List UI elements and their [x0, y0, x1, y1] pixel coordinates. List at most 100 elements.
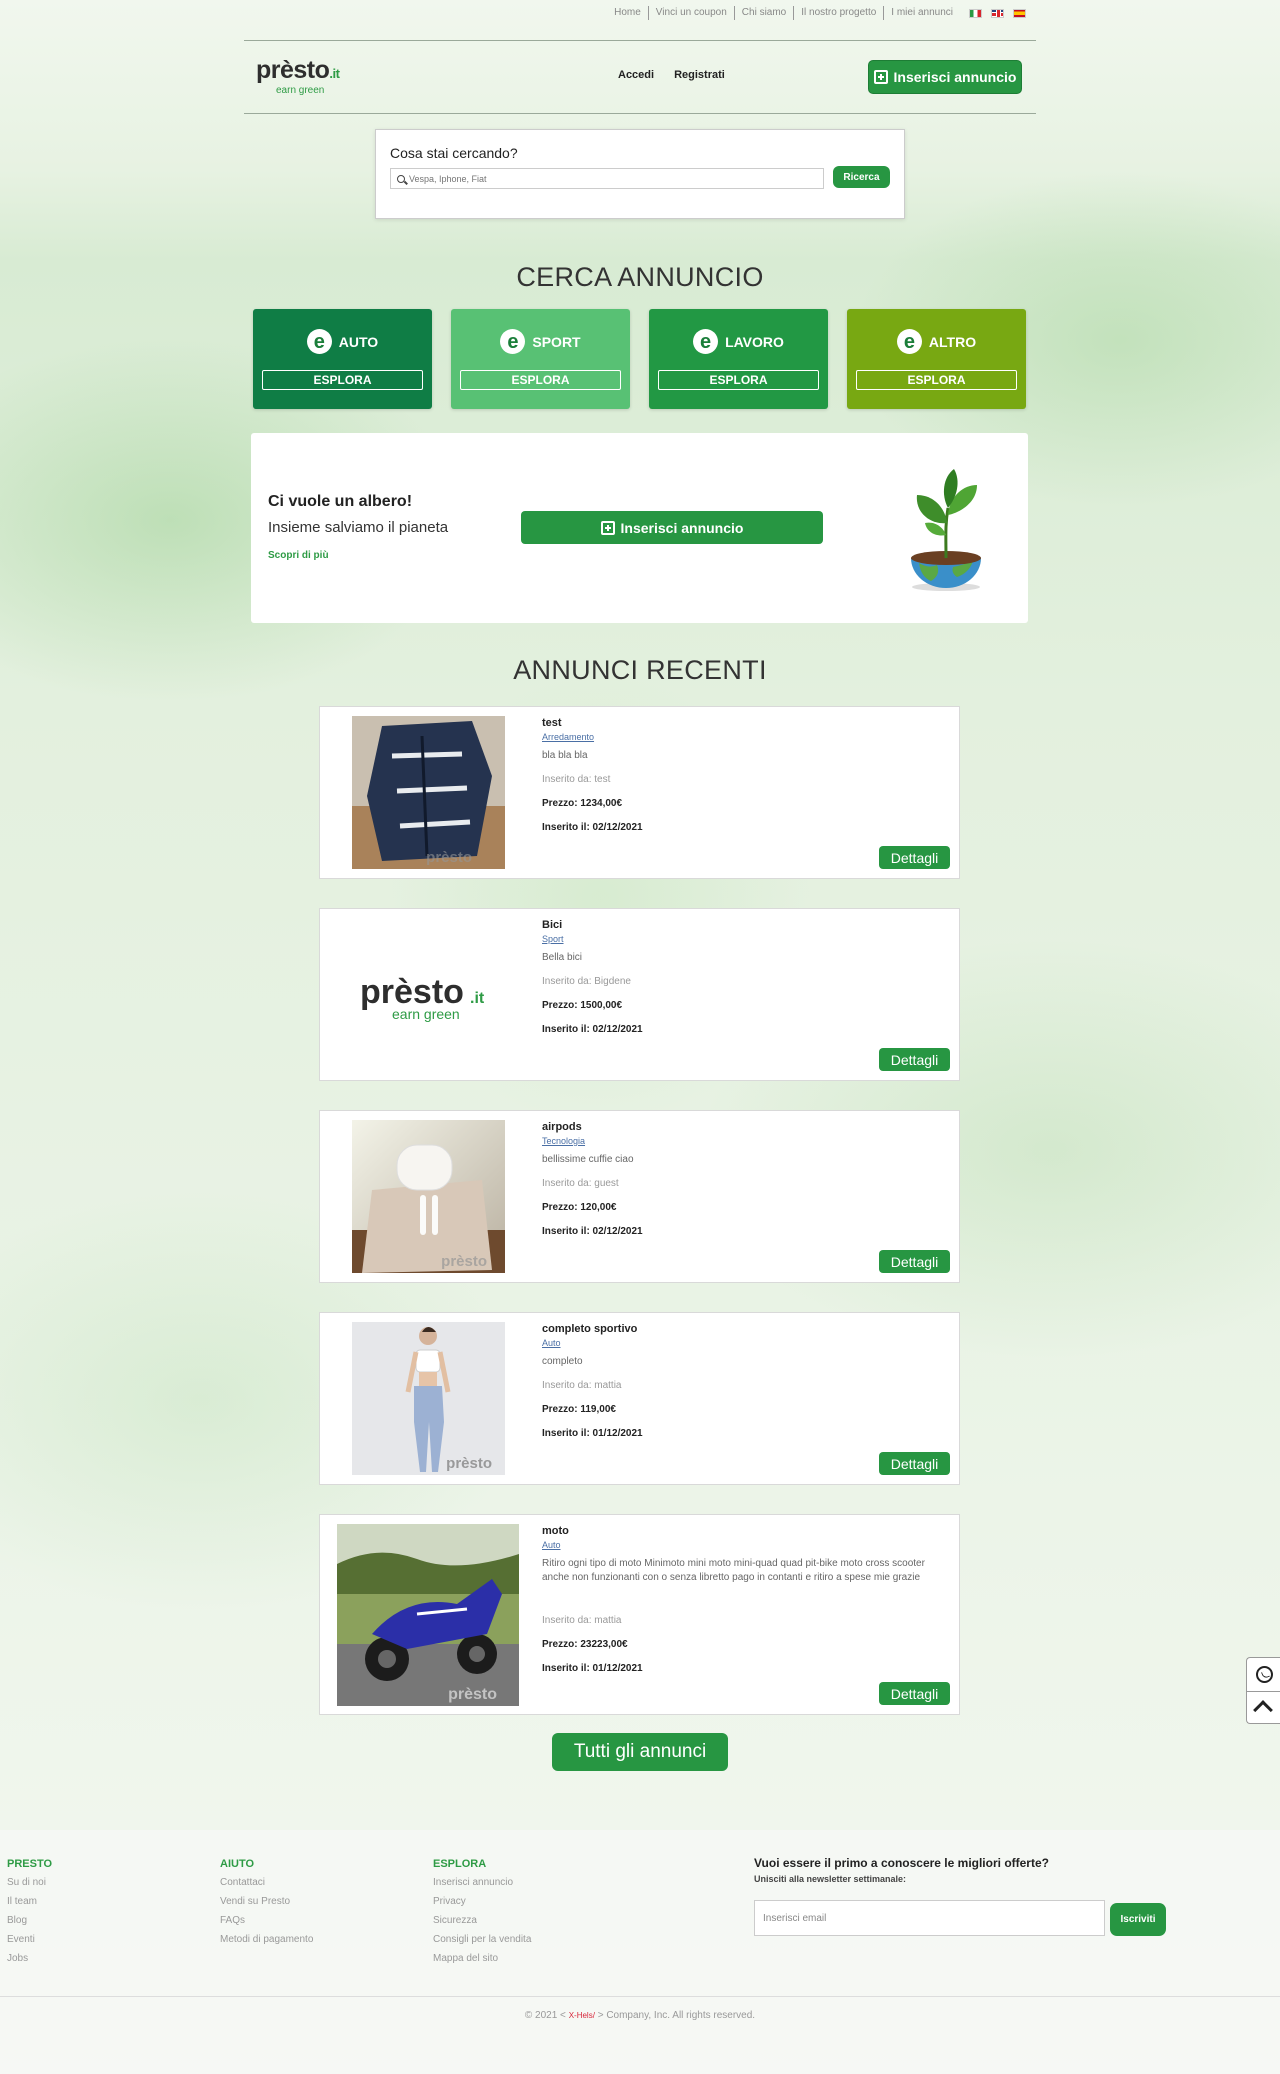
footer-heading: AIUTO [220, 1858, 255, 1870]
ad-title[interactable]: test [542, 717, 562, 729]
ad-date: Inserito il: 01/12/2021 [542, 1428, 643, 1439]
ad-category-link[interactable]: Arredamento [542, 732, 594, 742]
explore-button-auto[interactable]: ESPLORA [262, 370, 423, 390]
flag-gb-icon[interactable] [991, 8, 1004, 18]
nav-my-ads-link[interactable]: I miei annunci [884, 6, 960, 20]
ad-category-link[interactable]: Auto [542, 1338, 561, 1348]
footer-link[interactable]: Privacy [433, 1892, 531, 1911]
banner-insert-ad-button[interactable]: Inserisci annuncio [521, 511, 823, 544]
motorbike-photo: prèsto [337, 1524, 519, 1706]
copyright: © 2021 < X-Hels/ > Company, Inc. All rig… [0, 2010, 1280, 2021]
footer-link[interactable]: Mappa del sito [433, 1949, 531, 1968]
ad-title[interactable]: moto [542, 1525, 569, 1537]
ad-date: Inserito il: 02/12/2021 [542, 1226, 643, 1237]
ad-card[interactable]: prèsto .it earn green Bici Sport Bella b… [319, 908, 960, 1081]
ad-image-logo[interactable]: prèsto .it earn green [352, 918, 505, 1071]
explore-button-sport[interactable]: ESPLORA [460, 370, 621, 390]
flag-es-icon[interactable] [1013, 8, 1026, 18]
ad-category-link[interactable]: Auto [542, 1540, 561, 1550]
nav-project-link[interactable]: Il nostro progetto [794, 6, 885, 20]
search-title: Cosa stai cercando? [390, 145, 518, 161]
svg-text:earn green: earn green [392, 1006, 460, 1022]
category-label: ALTRO [928, 333, 977, 350]
ad-title[interactable]: Bici [542, 919, 562, 931]
register-link[interactable]: Registrati [674, 69, 725, 81]
category-card-sport[interactable]: e SPORT ESPLORA [451, 309, 630, 409]
back-to-top-icon[interactable] [1253, 1700, 1273, 1720]
ad-details-button[interactable]: Dettagli [879, 1682, 950, 1705]
ad-details-button[interactable]: Dettagli [879, 1250, 950, 1273]
newsletter-email-input[interactable]: Inserisci email [754, 1900, 1105, 1936]
footer-link[interactable]: Blog [7, 1911, 52, 1930]
footer-link[interactable]: Contattaci [220, 1873, 313, 1892]
svg-text:prèsto: prèsto [446, 1455, 492, 1472]
category-card-auto[interactable]: e AUTO ESPLORA [253, 309, 432, 409]
ad-category-link[interactable]: Sport [542, 934, 564, 944]
footer-link[interactable]: FAQs [220, 1911, 313, 1930]
footer: PRESTO Su di noi Il team Blog Eventi Job… [0, 1830, 1280, 2074]
insert-ad-button[interactable]: Inserisci annuncio [868, 60, 1022, 94]
presto-e-icon: e [306, 329, 332, 354]
category-card-altro[interactable]: e ALTRO ESPLORA [847, 309, 1026, 409]
plus-square-icon [600, 520, 615, 535]
category-label: SPORT [532, 333, 581, 350]
ad-price: Prezzo: 1234,00€ [542, 798, 623, 809]
side-widgets [1246, 1657, 1280, 1724]
footer-link[interactable]: Vendi su Presto [220, 1892, 313, 1911]
footer-link[interactable]: Inserisci annuncio [433, 1873, 531, 1892]
search-button[interactable]: Ricerca [833, 166, 890, 188]
ad-price: Prezzo: 1500,00€ [542, 1000, 623, 1011]
ad-image-motorbike[interactable]: prèsto [337, 1524, 519, 1706]
footer-link[interactable]: Su di noi [7, 1873, 52, 1892]
nav-coupon-link[interactable]: Vinci un coupon [649, 6, 735, 20]
category-card-lavoro[interactable]: e LAVORO ESPLORA [649, 309, 828, 409]
login-link[interactable]: Accedi [618, 69, 654, 81]
footer-link[interactable]: Consigli per la vendita [433, 1930, 531, 1949]
all-ads-button[interactable]: Tutti gli annunci [552, 1733, 728, 1771]
ad-author: Inserito da: Bigdene [542, 976, 631, 987]
ad-description: Ritiro ogni tipo di moto Minimoto mini m… [542, 1558, 925, 1583]
footer-heading: ESPLORA [433, 1858, 487, 1870]
ad-title[interactable]: airpods [542, 1121, 582, 1133]
ad-author: Inserito da: mattia [542, 1380, 622, 1391]
ad-details-button[interactable]: Dettagli [879, 1452, 950, 1475]
footer-link[interactable]: Il team [7, 1892, 52, 1911]
ad-card[interactable]: prèsto completo sportivo Auto completo I… [319, 1312, 960, 1485]
search-input[interactable] [409, 173, 809, 184]
explore-button-altro[interactable]: ESPLORA [856, 370, 1017, 390]
ad-price: Prezzo: 119,00€ [542, 1404, 616, 1415]
newsletter-heading: Vuoi essere il primo a conoscere le migl… [754, 1856, 1049, 1870]
ad-image-sportswear[interactable]: prèsto [352, 1322, 505, 1475]
ad-author: Inserito da: test [542, 774, 611, 785]
flag-it-icon[interactable] [969, 8, 982, 18]
nav-about-link[interactable]: Chi siamo [735, 6, 795, 20]
ad-category-link[interactable]: Tecnologia [542, 1136, 585, 1146]
ad-price: Prezzo: 120,00€ [542, 1202, 617, 1213]
nav-home-link[interactable]: Home [607, 6, 649, 20]
ad-image-jacket[interactable]: prèsto [352, 716, 505, 869]
ad-card[interactable]: prèsto test Arredamento bla bla bla Inse… [319, 706, 960, 879]
ad-card[interactable]: prèsto moto Auto Ritiro ogni tipo di mot… [319, 1514, 960, 1715]
search-card: Cosa stai cercando? Ricerca [375, 129, 905, 219]
search-field[interactable] [390, 168, 824, 189]
footer-link[interactable]: Eventi [7, 1930, 52, 1949]
footer-col-presto: PRESTO Su di noi Il team Blog Eventi Job… [7, 1856, 52, 1968]
banner-insert-label: Inserisci annuncio [620, 519, 744, 536]
ad-title[interactable]: completo sportivo [542, 1323, 637, 1335]
ad-card[interactable]: prèsto airpods Tecnologia bellissime cuf… [319, 1110, 960, 1283]
ad-date: Inserito il: 01/12/2021 [542, 1663, 643, 1674]
ad-image-airpods[interactable]: prèsto [352, 1120, 505, 1273]
learn-more-link[interactable]: Scopri di più [268, 550, 329, 561]
whatsapp-icon[interactable] [1256, 1666, 1273, 1683]
explore-button-lavoro[interactable]: ESPLORA [658, 370, 819, 390]
svg-text:prèsto: prèsto [426, 849, 472, 866]
ad-details-button[interactable]: Dettagli [879, 846, 950, 869]
footer-link[interactable]: Sicurezza [433, 1911, 531, 1930]
footer-link[interactable]: Jobs [7, 1949, 52, 1968]
subscribe-button[interactable]: Iscriviti [1110, 1903, 1166, 1936]
copyright-suffix: > Company, Inc. All rights reserved. [597, 2010, 756, 2021]
logo[interactable]: prèsto.it earn green [256, 58, 340, 96]
copyright-brand: X-Hels/ [568, 2011, 595, 2020]
footer-link[interactable]: Metodi di pagamento [220, 1930, 313, 1949]
ad-details-button[interactable]: Dettagli [879, 1048, 950, 1071]
